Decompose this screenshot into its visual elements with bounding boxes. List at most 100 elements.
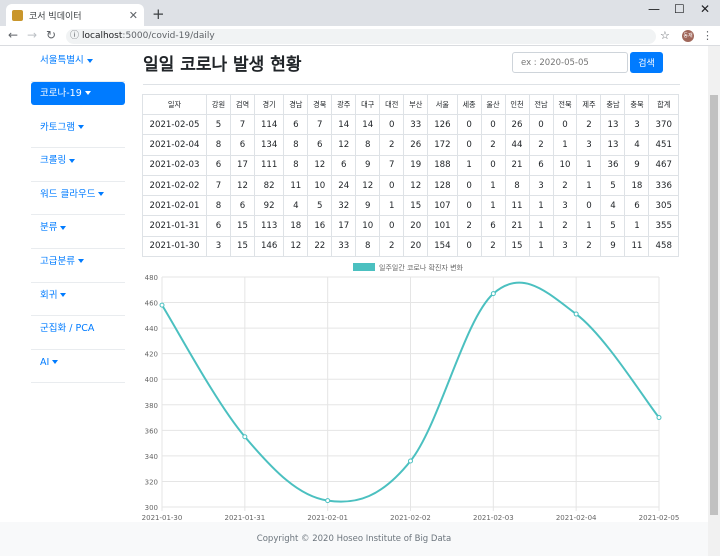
count-cell: 8 (283, 134, 309, 156)
caret-down-icon (52, 360, 59, 365)
count-cell: 16 (307, 215, 333, 237)
count-cell: 36 (600, 154, 626, 176)
minimize-icon[interactable]: — (648, 2, 660, 16)
count-cell: 305 (648, 195, 679, 217)
count-cell: 6 (624, 195, 650, 217)
count-cell: 0 (379, 215, 405, 237)
x-tick-label: 2021-02-04 (556, 514, 597, 522)
count-cell: 336 (648, 174, 679, 197)
sidebar-item-label: 회귀 (40, 289, 58, 301)
footer-copyright: Copyright © 2020 Hoseo Institute of Big … (256, 534, 452, 544)
count-cell: 172 (427, 134, 458, 156)
count-cell: 2 (528, 134, 554, 156)
sidebar-item-9[interactable]: AI (31, 350, 125, 384)
browser-menu-icon[interactable]: ⋮ (702, 29, 713, 42)
count-cell: 15 (229, 235, 255, 258)
count-cell: 1 (480, 174, 506, 197)
count-cell: 10 (307, 174, 333, 197)
window-close-icon[interactable]: ✕ (700, 2, 710, 16)
count-cell: 0 (456, 195, 482, 217)
count-cell: 0 (379, 174, 405, 197)
table-row: 2021-02-02 7 12 82 11 10 24 12 0 12 128 0 1 8 3 2 1 5 18 33… (142, 174, 679, 197)
count-cell: 12 (307, 154, 333, 176)
browser-tab[interactable]: 코서 빅데이터 ✕ (6, 4, 144, 26)
count-cell: 21 (504, 215, 530, 237)
count-cell: 10 (355, 215, 381, 237)
count-cell: 11 (283, 174, 309, 197)
forward-icon[interactable]: → (27, 28, 37, 42)
data-point (656, 415, 662, 421)
count-cell: 0 (528, 113, 554, 136)
sidebar-item-6[interactable]: 고급분류 (31, 249, 125, 283)
count-cell: 22 (307, 235, 333, 258)
count-cell: 33 (403, 113, 429, 136)
count-cell: 0 (576, 195, 602, 217)
count-cell: 6 (206, 215, 231, 237)
count-cell: 11 (624, 235, 650, 258)
search-button[interactable]: 검색 (630, 52, 663, 73)
column-header: 울산 (480, 94, 506, 115)
table-row: 2021-01-31 6 15 113 18 16 17 10 0 20 101 2 6 21 1 2 1 5 1 3… (142, 215, 679, 237)
count-cell: 146 (253, 235, 285, 258)
count-cell: 3 (624, 113, 650, 136)
count-cell: 2 (379, 134, 405, 156)
sidebar-item-8[interactable]: 군집화 / PCA (31, 316, 125, 350)
scrollbar-thumb[interactable] (710, 95, 718, 515)
table-row: 2021-02-05 5 7 114 6 7 14 14 0 33 126 0 0 26 0 0 2 13 3 370 (142, 113, 679, 136)
sidebar-item-7[interactable]: 회귀 (31, 283, 125, 317)
count-cell: 6 (229, 195, 255, 217)
url-field[interactable]: ⓘ localhost:5000/covid-19/daily (66, 29, 656, 44)
sidebar-item-label: 서울특별시 (40, 55, 84, 66)
date-search-input[interactable] (512, 52, 628, 73)
browser-tab-bar: 코서 빅데이터 ✕ + — ☐ ✕ (0, 0, 720, 26)
sidebar-item-5[interactable]: 분류 (31, 215, 125, 249)
count-cell: 114 (253, 113, 285, 136)
caret-down-icon (77, 259, 84, 264)
data-point (573, 311, 579, 317)
count-cell: 11 (504, 195, 530, 217)
legend-swatch (353, 263, 375, 271)
column-header: 경기 (253, 94, 285, 115)
count-cell: 7 (206, 174, 231, 197)
caret-down-icon (60, 293, 67, 298)
sidebar-item-label: AI (40, 356, 50, 368)
count-cell: 467 (648, 154, 679, 176)
data-point (242, 434, 248, 440)
sidebar-item-4[interactable]: 워드 클라우드 (31, 182, 125, 216)
back-icon[interactable]: ← (8, 28, 18, 42)
reload-icon[interactable]: ↻ (46, 28, 56, 42)
caret-down-icon (86, 58, 93, 63)
count-cell: 6 (283, 113, 309, 136)
count-cell: 15 (504, 235, 530, 258)
date-cell: 2021-02-01 (142, 195, 207, 217)
bookmark-star-icon[interactable]: ☆ (660, 29, 670, 42)
sidebar-item-1[interactable]: 코로나-19 (31, 81, 125, 105)
count-cell: 134 (253, 134, 285, 156)
footer: Copyright © 2020 Hoseo Institute of Big … (0, 522, 708, 556)
count-cell: 8 (206, 134, 231, 156)
close-tab-icon[interactable]: ✕ (129, 9, 138, 22)
sidebar-item-2[interactable]: 카토그램 (31, 115, 125, 149)
maximize-icon[interactable]: ☐ (674, 2, 685, 16)
new-tab-icon[interactable]: + (152, 5, 165, 23)
count-cell: 12 (355, 174, 381, 197)
sidebar-item-0[interactable]: 서울특별시 (31, 48, 125, 82)
count-cell: 0 (480, 154, 506, 176)
count-cell: 24 (331, 174, 357, 197)
count-cell: 5 (600, 174, 626, 197)
count-cell: 107 (427, 195, 458, 217)
sidebar-item-3[interactable]: 크롤링 (31, 148, 125, 182)
count-cell: 0 (456, 174, 482, 197)
count-cell: 17 (331, 215, 357, 237)
column-header: 경남 (283, 94, 309, 115)
data-point (490, 291, 496, 297)
y-tick-label: 300 (145, 504, 158, 512)
data-point (159, 302, 165, 308)
profile-avatar[interactable]: 동재 (682, 30, 694, 42)
count-cell: 1 (576, 215, 602, 237)
site-info-icon[interactable]: ⓘ (70, 29, 79, 44)
count-cell: 4 (283, 195, 309, 217)
column-header: 광주 (331, 94, 357, 115)
address-bar: ← → ↻ ⓘ localhost:5000/covid-19/daily ☆ … (0, 26, 720, 46)
count-cell: 0 (552, 113, 578, 136)
